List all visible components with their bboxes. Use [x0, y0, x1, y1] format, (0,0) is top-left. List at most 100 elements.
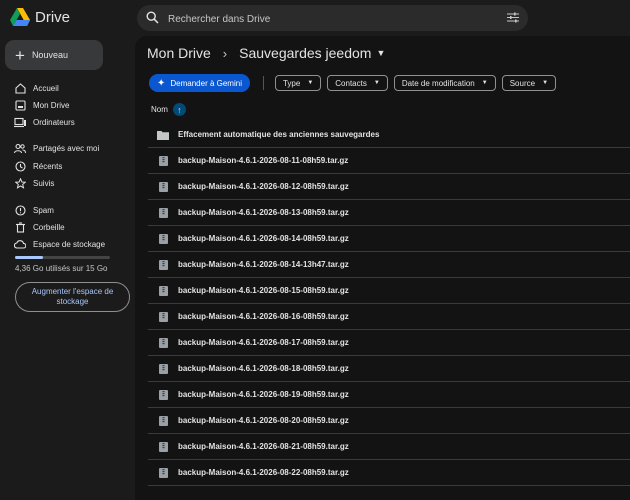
- filter-chip-contacts[interactable]: Contacts ▼: [327, 75, 388, 91]
- star-icon: [14, 177, 26, 189]
- archive-file-icon: [157, 363, 169, 375]
- filter-chip-modified-date[interactable]: Date de modification ▼: [393, 75, 496, 91]
- sidebar-item-computers[interactable]: Ordinateurs: [14, 114, 75, 130]
- file-row[interactable]: backup-Maison-4.6.1-2026-08-12-08h59.tar…: [148, 174, 630, 200]
- drive-logo-icon: [10, 8, 30, 26]
- file-row[interactable]: backup-Maison-4.6.1-2026-08-21-08h59.tar…: [148, 434, 630, 460]
- tune-icon[interactable]: [507, 12, 519, 23]
- archive-file-icon: [157, 337, 169, 349]
- archive-file-icon: [157, 233, 169, 245]
- folder-icon: [157, 129, 169, 141]
- file-row[interactable]: backup-Maison-4.6.1-2026-08-16-08h59.tar…: [148, 304, 630, 330]
- sidebar-item-label: Corbeille: [33, 222, 65, 232]
- clock-icon: [14, 160, 26, 172]
- sidebar-item-label: Récents: [33, 161, 63, 171]
- chip-label: Date de modification: [401, 78, 475, 88]
- chip-label: Type: [282, 78, 301, 88]
- storage-progress-bar: [15, 256, 110, 259]
- top-bar: Drive: [0, 0, 630, 36]
- sidebar-item-label: Ordinateurs: [33, 117, 75, 127]
- filter-chip-source[interactable]: Source ▼: [501, 75, 557, 91]
- archive-file-icon: [157, 311, 169, 323]
- archive-file-icon: [157, 467, 169, 479]
- new-button[interactable]: + Nouveau: [5, 40, 103, 70]
- sidebar-item-trash[interactable]: Corbeille: [14, 219, 65, 235]
- archive-file-icon: [157, 285, 169, 297]
- breadcrumb-root[interactable]: Mon Drive: [147, 45, 211, 61]
- sidebar-item-label: Spam: [33, 205, 54, 215]
- breadcrumb-current[interactable]: Sauvegardes jeedom: [239, 45, 371, 61]
- file-row[interactable]: backup-Maison-4.6.1-2026-08-19-08h59.tar…: [148, 382, 630, 408]
- search-icon[interactable]: [146, 11, 159, 24]
- archive-file-icon: [157, 389, 169, 401]
- file-row[interactable]: backup-Maison-4.6.1-2026-08-15-08h59.tar…: [148, 278, 630, 304]
- sidebar-item-shared[interactable]: Partagés avec moi: [14, 140, 99, 156]
- item-name: backup-Maison-4.6.1-2026-08-14-13h47.tar…: [178, 260, 349, 269]
- sidebar-item-label: Suivis: [33, 178, 55, 188]
- ask-gemini-label: Demander à Gemini: [170, 78, 242, 88]
- filter-bar: ✦ Demander à Gemini Type ▼ Contacts ▼ Da…: [149, 74, 557, 92]
- filter-divider: [262, 76, 264, 90]
- app-name: Drive: [35, 8, 71, 26]
- archive-file-icon: [157, 259, 169, 271]
- search-input[interactable]: [166, 9, 490, 29]
- home-icon: [14, 82, 26, 94]
- item-name: backup-Maison-4.6.1-2026-08-11-08h59.tar…: [178, 156, 349, 165]
- archive-file-icon: [157, 155, 169, 167]
- item-name: backup-Maison-4.6.1-2026-08-17-08h59.tar…: [178, 338, 349, 347]
- file-row[interactable]: backup-Maison-4.6.1-2026-08-11-08h59.tar…: [148, 148, 630, 174]
- filter-chip-type[interactable]: Type ▼: [274, 75, 322, 91]
- archive-file-icon: [157, 181, 169, 193]
- item-name: backup-Maison-4.6.1-2026-08-19-08h59.tar…: [178, 390, 349, 399]
- file-row[interactable]: backup-Maison-4.6.1-2026-08-17-08h59.tar…: [148, 330, 630, 356]
- dropdown-icon: ▼: [307, 80, 314, 86]
- search-bar[interactable]: [137, 5, 528, 31]
- sidebar-item-label: Mon Drive: [33, 100, 70, 110]
- main-panel: Mon Drive › Sauvegardes jeedom ▼ ✦ Deman…: [135, 36, 630, 500]
- folder-row[interactable]: Effacement automatique des anciennes sau…: [148, 122, 630, 148]
- file-row[interactable]: backup-Maison-4.6.1-2026-08-14-08h59.tar…: [148, 226, 630, 252]
- file-row[interactable]: backup-Maison-4.6.1-2026-08-18-08h59.tar…: [148, 356, 630, 382]
- drive-app: Drive + Nouveau Accueil: [0, 0, 630, 500]
- file-row[interactable]: backup-Maison-4.6.1-2026-08-22-08h59.tar…: [148, 460, 630, 486]
- dropdown-icon: ▼: [481, 80, 488, 86]
- sort-ascending-icon[interactable]: ↑: [172, 103, 186, 116]
- item-name: backup-Maison-4.6.1-2026-08-21-08h59.tar…: [178, 442, 349, 451]
- item-name: backup-Maison-4.6.1-2026-08-13-08h59.tar…: [178, 208, 349, 217]
- item-name: Effacement automatique des anciennes sau…: [178, 130, 380, 139]
- storage-progress-fill: [15, 256, 43, 259]
- item-name: backup-Maison-4.6.1-2026-08-20-08h59.tar…: [178, 416, 349, 425]
- trash-icon: [14, 221, 26, 233]
- cloud-icon: [14, 238, 26, 250]
- breadcrumb: Mon Drive › Sauvegardes jeedom ▼: [147, 45, 385, 61]
- my-drive-icon: [14, 99, 26, 111]
- item-name: backup-Maison-4.6.1-2026-08-15-08h59.tar…: [178, 286, 349, 295]
- upgrade-storage-button[interactable]: Augmenter l'espace de stockage: [15, 282, 130, 312]
- archive-file-icon: [157, 415, 169, 427]
- sidebar-item-storage[interactable]: Espace de stockage: [14, 236, 105, 252]
- sidebar-item-label: Accueil: [33, 83, 59, 93]
- file-row[interactable]: backup-Maison-4.6.1-2026-08-20-08h59.tar…: [148, 408, 630, 434]
- sidebar-item-home[interactable]: Accueil: [14, 80, 59, 96]
- plus-icon: +: [15, 45, 25, 65]
- drive-logo[interactable]: Drive: [10, 8, 70, 26]
- file-row[interactable]: backup-Maison-4.6.1-2026-08-14-13h47.tar…: [148, 252, 630, 278]
- sidebar-item-label: Espace de stockage: [33, 239, 106, 249]
- sidebar-item-recent[interactable]: Récents: [14, 158, 62, 174]
- shared-icon: [14, 142, 26, 154]
- sidebar-item-spam[interactable]: Spam: [14, 202, 54, 218]
- caret-down-icon[interactable]: ▼: [376, 48, 385, 58]
- item-name: backup-Maison-4.6.1-2026-08-22-08h59.tar…: [178, 468, 349, 477]
- sidebar-item-my-drive[interactable]: Mon Drive: [14, 97, 69, 113]
- item-name: backup-Maison-4.6.1-2026-08-16-08h59.tar…: [178, 312, 349, 321]
- breadcrumb-separator: ›: [222, 45, 228, 61]
- file-list: Effacement automatique des anciennes sau…: [148, 122, 630, 486]
- chip-label: Contacts: [335, 78, 367, 88]
- name-column-header[interactable]: Nom ↑: [151, 103, 186, 116]
- computers-icon: [14, 116, 26, 128]
- sidebar-item-starred[interactable]: Suivis: [14, 175, 54, 191]
- file-row[interactable]: backup-Maison-4.6.1-2026-08-13-08h59.tar…: [148, 200, 630, 226]
- archive-file-icon: [157, 207, 169, 219]
- ask-gemini-button[interactable]: ✦ Demander à Gemini: [149, 74, 250, 92]
- storage-usage-text: 4,36 Go utilisés sur 15 Go: [15, 264, 108, 273]
